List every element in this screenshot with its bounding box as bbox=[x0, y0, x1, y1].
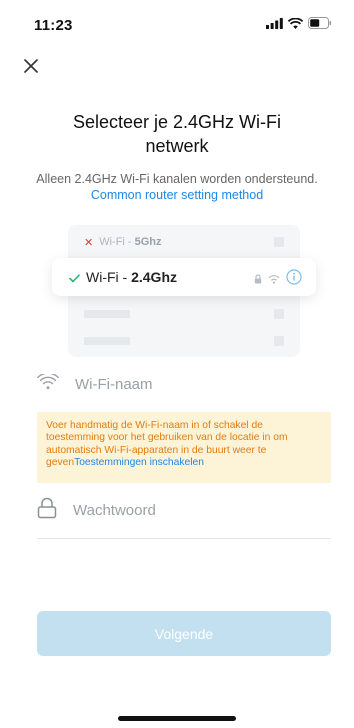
lock-icon bbox=[37, 497, 57, 524]
enable-permissions-link[interactable]: Toestemmingen inschakelen bbox=[74, 457, 204, 468]
placeholder-bar bbox=[84, 337, 130, 345]
check-icon bbox=[69, 270, 80, 288]
wifi-icon bbox=[287, 16, 304, 34]
subtitle-text: Alleen 2.4GHz Wi-Fi kanalen worden onder… bbox=[36, 172, 318, 186]
signal-icon bbox=[266, 16, 283, 34]
illustration-5ghz-band: 5Ghz bbox=[134, 236, 162, 248]
home-indicator bbox=[118, 716, 236, 721]
placeholder-square bbox=[274, 237, 284, 247]
page-title: Selecteer je 2.4GHz Wi-Fi netwerk bbox=[72, 112, 282, 156]
status-bar: 11:23 bbox=[0, 0, 354, 44]
wifi-icon bbox=[37, 372, 59, 395]
wifi-name-field[interactable] bbox=[37, 369, 331, 399]
location-permission-warning: Voer handmatig de Wi-Fi-naam in of schak… bbox=[37, 412, 331, 483]
wifi-name-input[interactable] bbox=[75, 375, 315, 393]
illustration-row-5ghz: ✕ Wi-Fi - 5Ghz bbox=[84, 234, 294, 250]
password-input[interactable] bbox=[73, 501, 313, 519]
info-icon bbox=[286, 269, 302, 290]
illustration-5ghz-prefix: Wi-Fi - bbox=[99, 236, 132, 248]
placeholder-square bbox=[274, 309, 284, 319]
placeholder-square bbox=[274, 336, 284, 346]
router-setting-link[interactable]: Common router setting method bbox=[91, 188, 263, 202]
lock-icon bbox=[254, 271, 262, 289]
illustration-24ghz-label: Wi-Fi - 2.4Ghz bbox=[86, 269, 177, 285]
status-icons bbox=[266, 16, 332, 34]
subtitle: Alleen 2.4GHz Wi-Fi kanalen worden onder… bbox=[20, 171, 334, 203]
placeholder-bar bbox=[84, 310, 130, 318]
status-time: 11:23 bbox=[34, 17, 73, 34]
password-field[interactable] bbox=[37, 495, 331, 525]
close-icon bbox=[24, 58, 38, 78]
wifi-icon bbox=[268, 271, 280, 289]
next-button[interactable]: Volgende bbox=[37, 611, 331, 656]
battery-icon bbox=[308, 16, 332, 34]
cross-icon: ✕ bbox=[84, 236, 94, 249]
illustration-card-24ghz: Wi-Fi - 2.4Ghz bbox=[52, 258, 316, 296]
network-icons bbox=[254, 269, 302, 290]
close-button[interactable] bbox=[20, 57, 42, 79]
illustration-24ghz-band: 2.4Ghz bbox=[131, 269, 177, 285]
password-underline bbox=[37, 538, 331, 539]
illustration-24ghz-prefix: Wi-Fi - bbox=[86, 269, 132, 285]
